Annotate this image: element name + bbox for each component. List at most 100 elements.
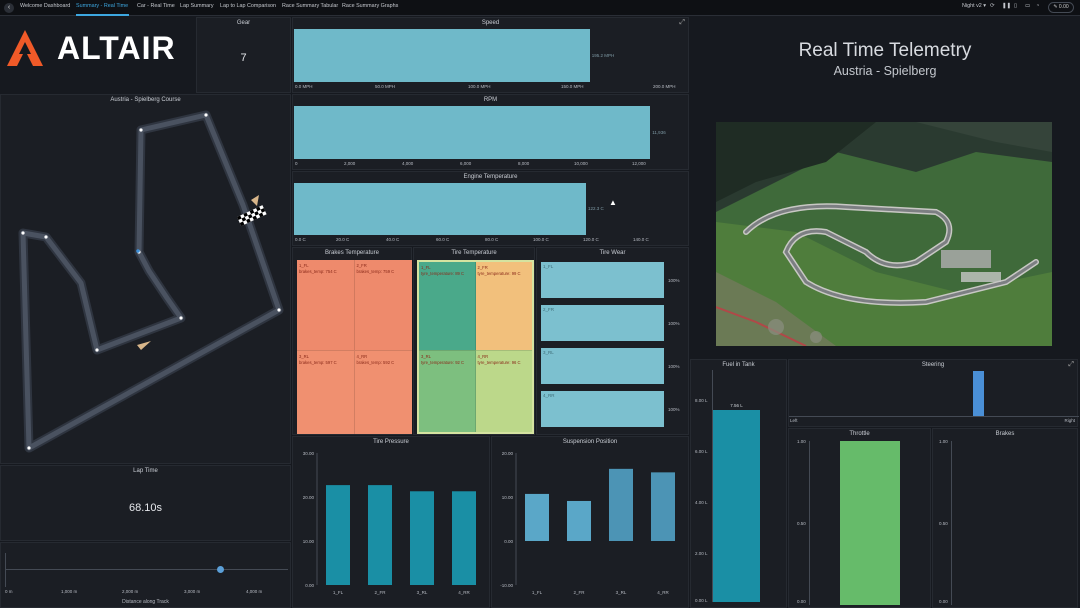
- distance-tick: 1,000 m: [61, 589, 78, 594]
- engine-tick: 0.0 C: [295, 237, 306, 242]
- fuel-tick: 0.00 L: [695, 598, 708, 603]
- x-tick-label: 1_FL: [333, 590, 344, 595]
- throttle-tick: 1.00: [797, 439, 806, 444]
- treemap-cell-value: tyre_temperature: 99 C: [477, 271, 521, 276]
- fuel-value-label: 7.56 L: [730, 403, 743, 409]
- engine-tick: 100.0 C: [533, 237, 549, 242]
- document-icon[interactable]: ▯: [1014, 3, 1017, 9]
- bar-4-rr: [651, 472, 675, 541]
- y-tick-label: 20.00: [303, 495, 315, 500]
- tire-wear-name: 2_FR: [543, 307, 555, 312]
- speed-panel: Speed ⤢ 195.2 MPH 0.0 MPH 50.0 MPH 100.0…: [292, 17, 689, 93]
- fuel-tick: 8.00 L: [695, 398, 708, 403]
- throttle-tick: 0.50: [797, 521, 806, 526]
- treemap-cell-3-rl[interactable]: 3_RL brakes_temp: 597 C: [297, 350, 355, 434]
- page-subtitle: Austria - Spielberg: [833, 64, 937, 78]
- steering-panel: Steering ⤢ Left Right: [788, 359, 1079, 427]
- brake-pedal-tick: 0.50: [939, 521, 948, 526]
- speed-bar: [294, 29, 590, 82]
- course-title: Austria - Spielberg Course: [110, 97, 181, 103]
- car-position-marker: [136, 249, 140, 253]
- treemap-cell-2-fr[interactable]: 2_FR brakes_temp: 759 C: [354, 260, 412, 351]
- direction-arrow-icon: [251, 195, 259, 206]
- gear-value: 7: [240, 52, 247, 64]
- rpm-panel: RPM 11,936 0 2,000 4,000 6,000 8,000 10,…: [292, 94, 689, 170]
- logo-text: ALTAIR: [57, 30, 176, 66]
- speed-tick: 100.0 MPH: [468, 84, 491, 89]
- x-tick-label: 4_RR: [458, 590, 470, 595]
- bar-2-fr: [368, 485, 392, 585]
- expand-icon[interactable]: ⤢: [679, 19, 685, 27]
- distance-tick: 3,000 m: [184, 589, 201, 594]
- page-title: Real Time Telemetry: [798, 40, 972, 61]
- y-tick-label: 0.00: [504, 539, 513, 544]
- engine-temp-panel: Engine Temperature 122.3 C ▲ 0.0 C 20.0 …: [292, 171, 689, 246]
- y-tick-label: 10.00: [502, 495, 514, 500]
- tire-temp-panel: Tire Temperature 1_FL tyre_temperature: 8…: [413, 247, 535, 435]
- brake-pedal-panel: Brakes 1.00 0.50 0.00: [932, 428, 1078, 608]
- treemap-cell-1-fl[interactable]: 1_FL tyre_temperature: 89 C: [419, 262, 476, 351]
- rpm-tick: 2,000: [344, 161, 356, 166]
- tire-wear-bar: [541, 262, 664, 298]
- distance-tick: 2,000 m: [122, 589, 139, 594]
- x-tick-label: 1_FL: [532, 590, 543, 595]
- user-button[interactable]: ✎ 0.00: [1048, 2, 1074, 13]
- treemap-cell-4-rr[interactable]: 4_RR brakes_temp: 592 C: [354, 350, 412, 434]
- treemap-cell-2-fr[interactable]: 2_FR tyre_temperature: 99 C: [475, 262, 532, 351]
- treemap-cell-value: brakes_temp: 754 C: [299, 269, 337, 274]
- tire-wear-bar: [541, 348, 664, 384]
- treemap-cell-value: tyre_temperature: 96 C: [477, 360, 521, 366]
- pause-icon[interactable]: ❚❚: [1002, 3, 1011, 9]
- theme-selector[interactable]: Night v2 ▾: [962, 3, 986, 9]
- tire-wear-name: 4_RR: [543, 393, 555, 398]
- fuel-tick: 4.00 L: [695, 500, 708, 505]
- treemap-cell-3-rl[interactable]: 3_RL tyre_temperature: 92 C: [419, 350, 476, 432]
- x-tick-label: 2_FR: [573, 590, 585, 595]
- bell-icon[interactable]: ◔: [1036, 3, 1039, 9]
- rpm-tick: 0: [295, 161, 298, 166]
- throttle-panel: Throttle 1.00 0.50 0.00: [788, 428, 931, 608]
- brakes-temp-title: Brakes Temperature: [325, 250, 379, 256]
- engine-tick: 40.0 C: [386, 237, 400, 242]
- tire-pressure-panel: Tire Pressure 30.00 20.00 10.00 0.00 1_FL 2_F…: [292, 436, 490, 608]
- distance-axis-label: Distance along Track: [122, 599, 169, 605]
- tab-lap-summary[interactable]: Lap Summary: [180, 3, 214, 9]
- brakes-temp-panel: Brakes Temperature 1_FL brakes_temp: 754 …: [292, 247, 412, 435]
- track-map: [18, 110, 284, 453]
- bar-2-fr: [567, 500, 591, 541]
- engine-temp-title: Engine Temperature: [463, 174, 518, 180]
- share-icon[interactable]: ▭: [1025, 3, 1030, 9]
- steering-title: Steering: [921, 362, 945, 368]
- bar-3-rl: [410, 491, 434, 585]
- brake-pedal-tick: 0.00: [939, 599, 948, 604]
- fuel-bar: [713, 410, 760, 602]
- back-icon[interactable]: ‹: [4, 3, 14, 13]
- tire-wear-value: 100%: [668, 321, 680, 326]
- treemap-cell-value: brakes_temp: 597 C: [299, 360, 337, 366]
- tire-pressure-chart: 30.00 20.00 10.00 0.00 1_FL 2_FR 3_RL 4_RR: [303, 451, 476, 595]
- tab-car-real-time[interactable]: Car - Real Time: [137, 3, 175, 9]
- direction-arrow-icon: [137, 341, 151, 350]
- tab-lap-to-lap-comparison[interactable]: Lap to Lap Comparison: [220, 3, 276, 9]
- bar-4-rr: [452, 491, 476, 585]
- tab-race-summary-graphs[interactable]: Race Summary Graphs: [342, 3, 398, 9]
- distance-axis: [5, 553, 6, 587]
- treemap-cell-1-fl[interactable]: 1_FL brakes_temp: 754 C: [297, 260, 355, 351]
- tire-wear-name: 1_FL: [543, 264, 554, 269]
- tab-summary-real-time[interactable]: Summary - Real Time: [76, 3, 128, 9]
- steering-left-label: Left: [790, 418, 798, 423]
- expand-icon[interactable]: ⤢: [1068, 361, 1074, 369]
- distance-tick: 4,000 m: [246, 589, 263, 594]
- tab-race-summary-tabular[interactable]: Race Summary Tabular: [282, 3, 338, 9]
- throttle-tick: 0.00: [797, 599, 806, 604]
- engine-temp-bar: [294, 183, 587, 235]
- treemap-cell-4-rr[interactable]: 4_RR tyre_temperature: 96 C: [475, 350, 532, 432]
- logo-panel: ALTAIR: [0, 17, 196, 93]
- rpm-value-label: 11,936: [652, 130, 666, 135]
- tab-welcome-dashboard[interactable]: Welcome Dashboard: [20, 3, 70, 9]
- y-tick-label: 20.00: [502, 451, 514, 456]
- refresh-icon[interactable]: ⟳: [990, 3, 995, 9]
- speed-tick: 200.0 MPH: [653, 84, 676, 89]
- suspension-title: Suspension Position: [562, 439, 618, 445]
- lap-time-title: Lap Time: [133, 468, 158, 474]
